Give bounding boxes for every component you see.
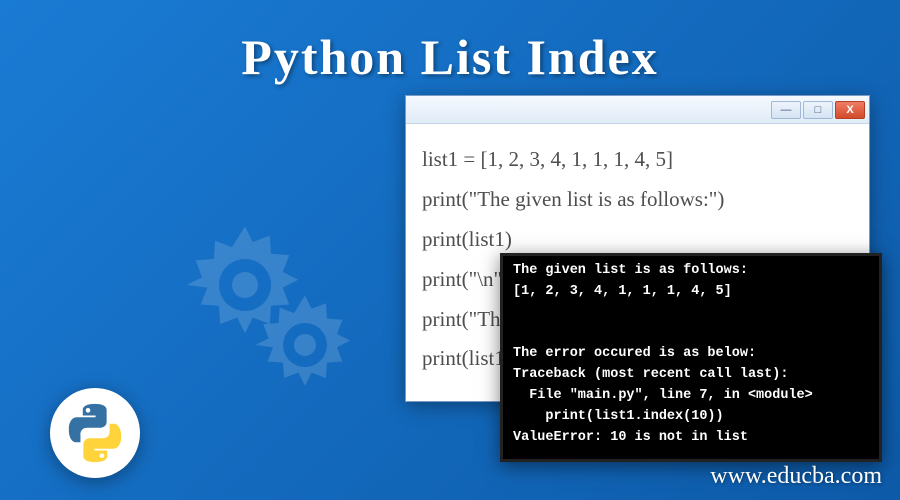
- python-logo-icon: [50, 388, 140, 478]
- window-titlebar: — □ X: [406, 96, 869, 124]
- terminal-window: The given list is as follows: [1, 2, 3, …: [500, 253, 882, 462]
- close-button[interactable]: X: [835, 101, 865, 119]
- website-url: www.educba.com: [710, 463, 882, 490]
- page-title: Python List Index: [0, 0, 900, 86]
- terminal-output: The given list is as follows: [1, 2, 3, …: [513, 261, 869, 449]
- maximize-button[interactable]: □: [803, 101, 833, 119]
- minimize-button[interactable]: —: [771, 101, 801, 119]
- gear-decoration-icon: [250, 290, 360, 400]
